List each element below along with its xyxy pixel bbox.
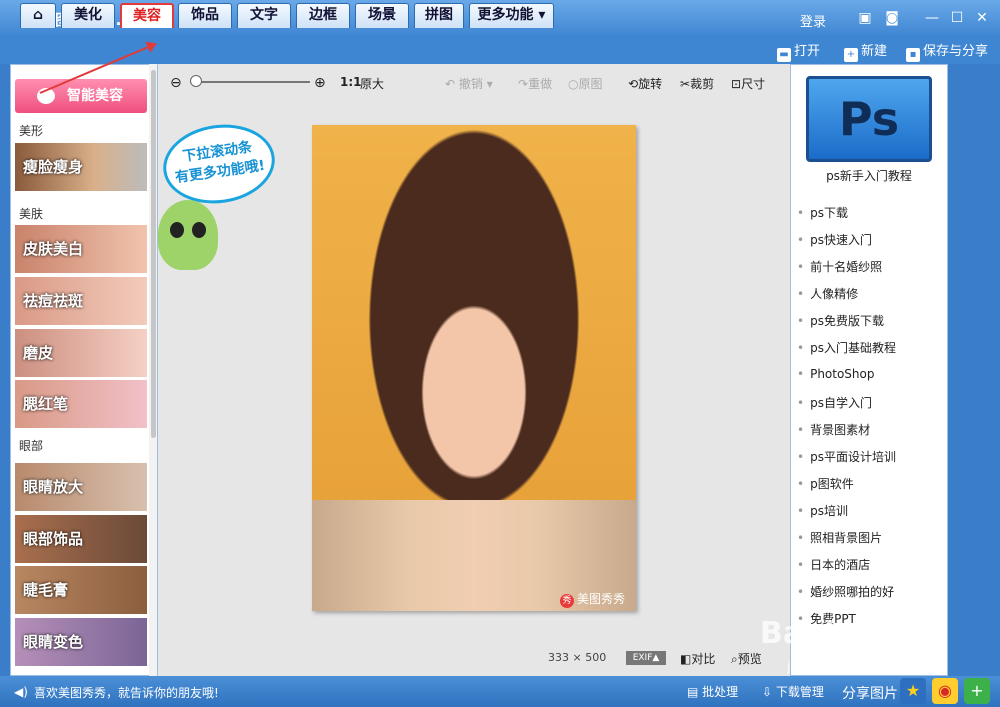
tab-border[interactable]: 边框 [296, 3, 350, 28]
section-label-shape: 美形 [19, 124, 44, 138]
list-item[interactable]: ps自学入门 [797, 394, 896, 421]
resize-button[interactable]: ⊡尺寸 [731, 75, 765, 92]
baidu-jingyan-url: jingyan.baidu.com [787, 660, 907, 675]
redo-button[interactable]: ↷重做 [518, 75, 552, 92]
redo-icon: ↷ [518, 77, 529, 91]
save-share-button[interactable]: ▪ 保存与分享 [906, 40, 988, 62]
actual-size-button[interactable]: 原大 [360, 75, 384, 92]
list-item[interactable]: ps免费版下载 [797, 312, 896, 339]
zoom-slider-handle[interactable] [190, 75, 202, 87]
folder-icon: ▬ [777, 48, 791, 62]
batch-icon: ▤ [687, 685, 703, 699]
feature-panel-scroll-thumb[interactable] [151, 70, 156, 438]
list-item[interactable]: 日本的酒店 [797, 556, 896, 583]
mascot-icon [158, 200, 218, 270]
list-item[interactable]: ps下载 [797, 204, 896, 231]
tab-beauty[interactable]: 美容 [120, 3, 174, 28]
compare-icon: ◧ [680, 652, 692, 666]
close-icon[interactable]: ✕ [972, 9, 992, 27]
add-icon[interactable]: + [964, 678, 990, 704]
tab-text[interactable]: 文字 [237, 3, 291, 28]
list-item[interactable]: 婚纱照哪拍的好 [797, 583, 896, 610]
section-label-eyes: 眼部 [19, 439, 44, 453]
actual-size-ratio[interactable]: 1:1 [340, 75, 362, 89]
scissors-icon: ✂ [680, 77, 691, 91]
baidu-jingyan-watermark: Baidu 经验 [760, 616, 927, 651]
login-link[interactable]: 登录 [800, 11, 826, 30]
list-item[interactable]: 前十名婚纱照 [797, 258, 896, 285]
status-bar: ◀) 喜欢美图秀秀，就告诉你的朋友哦! ▤ 批处理 ⇩ 下载管理 分享图片 [0, 676, 1000, 707]
feature-slim-face[interactable]: 瘦脸瘦身 [15, 143, 147, 191]
status-message[interactable]: 喜欢美图秀秀，就告诉你的朋友哦! [34, 684, 219, 701]
list-item[interactable]: 人像精修 [797, 285, 896, 312]
original-image-button[interactable]: ○原图 [568, 75, 603, 92]
tab-beautify[interactable]: 美化 [61, 3, 115, 28]
save-icon: ▪ [906, 48, 920, 62]
preview-icon: ⌕ [731, 652, 738, 666]
photoshop-logo[interactable]: Ps [806, 76, 932, 162]
list-item[interactable]: ps平面设计培训 [797, 448, 896, 475]
undo-button[interactable]: ↶ 撤销 ▾ [445, 75, 493, 92]
plus-icon: + [844, 48, 858, 62]
tab-accessories[interactable]: 饰品 [178, 3, 232, 28]
zoom-out-icon[interactable]: ⊖ [170, 75, 182, 91]
speaker-icon: ◀) [14, 685, 28, 699]
exif-button[interactable]: EXIF▲ [626, 651, 666, 665]
rotate-icon: ⟲ [628, 77, 639, 91]
list-item[interactable]: 照相背景图片 [797, 529, 896, 556]
share-image-button[interactable]: 分享图片 [842, 683, 898, 703]
tab-scene[interactable]: 场景 [355, 3, 409, 28]
star-icon[interactable]: ★ [900, 678, 926, 704]
undo-icon: ↶ [445, 77, 456, 91]
batch-process-button[interactable]: ▤ 批处理 [687, 683, 738, 700]
zoom-in-icon[interactable]: ⊕ [314, 75, 326, 91]
feature-eye-color[interactable]: 眼睛变色 [15, 618, 147, 666]
tab-collage[interactable]: 拼图 [414, 3, 464, 28]
new-button[interactable]: + 新建 [844, 40, 887, 62]
crop-button[interactable]: ✂裁剪 [680, 75, 714, 92]
list-item[interactable]: ps快速入门 [797, 231, 896, 258]
rotate-button[interactable]: ⟲旋转 [628, 75, 662, 92]
list-item[interactable]: ps入门基础教程 [797, 339, 896, 366]
related-links: ps下载 ps快速入门 前十名婚纱照 人像精修 ps免费版下载 ps入门基础教程… [797, 204, 896, 638]
tab-more-functions[interactable]: 更多功能 ▾ [469, 3, 554, 28]
feature-skin-smoothing[interactable]: 磨皮 [15, 329, 147, 377]
feature-blush-brush[interactable]: 腮红笔 [15, 380, 147, 428]
preview-button[interactable]: ⌕预览 [731, 650, 762, 667]
maximize-icon[interactable]: ☐ [947, 9, 967, 27]
open-button[interactable]: ▬ 打开 [777, 40, 820, 62]
weibo-icon[interactable]: ◉ [932, 678, 958, 704]
download-icon: ⇩ [762, 685, 776, 699]
photo-watermark: 秀美图秀秀 [560, 590, 625, 608]
zoom-slider-track[interactable] [190, 81, 310, 83]
list-item[interactable]: ps培训 [797, 502, 896, 529]
image-size-readout: 333 × 500 [548, 651, 607, 664]
meitu-logo-icon: 秀 [560, 594, 574, 608]
tab-home[interactable]: ⌂ [20, 3, 56, 28]
feature-acne-removal[interactable]: 祛痘祛斑 [15, 277, 147, 325]
list-item[interactable]: p图软件 [797, 475, 896, 502]
section-label-skin: 美肤 [19, 207, 44, 221]
resize-icon: ⊡ [731, 77, 742, 91]
skin-icon[interactable]: ◙ [882, 9, 902, 27]
download-manager-button[interactable]: ⇩ 下载管理 [762, 683, 824, 700]
list-item[interactable]: PhotoShop [797, 367, 896, 394]
compare-button[interactable]: ◧对比 [680, 650, 715, 667]
feature-eye-enlarge[interactable]: 眼睛放大 [15, 463, 147, 511]
minimize-icon[interactable]: — [922, 9, 942, 27]
circle-icon: ○ [568, 77, 579, 91]
feedback-icon[interactable]: ▣ [855, 9, 875, 27]
feature-mascara[interactable]: 睫毛膏 [15, 566, 147, 614]
smart-beauty-button[interactable]: 智能美容 [15, 79, 147, 113]
feature-eye-accessories[interactable]: 眼部饰品 [15, 515, 147, 563]
list-item[interactable]: 背景图素材 [797, 421, 896, 448]
ps-tutorial-caption[interactable]: ps新手入门教程 [790, 167, 948, 184]
feature-panel: 智能美容 美形 瘦脸瘦身 美肤 皮肤美白 祛痘祛斑 磨皮 腮红笔 眼部 眼睛放大… [10, 64, 158, 676]
feature-skin-whitening[interactable]: 皮肤美白 [15, 225, 147, 273]
